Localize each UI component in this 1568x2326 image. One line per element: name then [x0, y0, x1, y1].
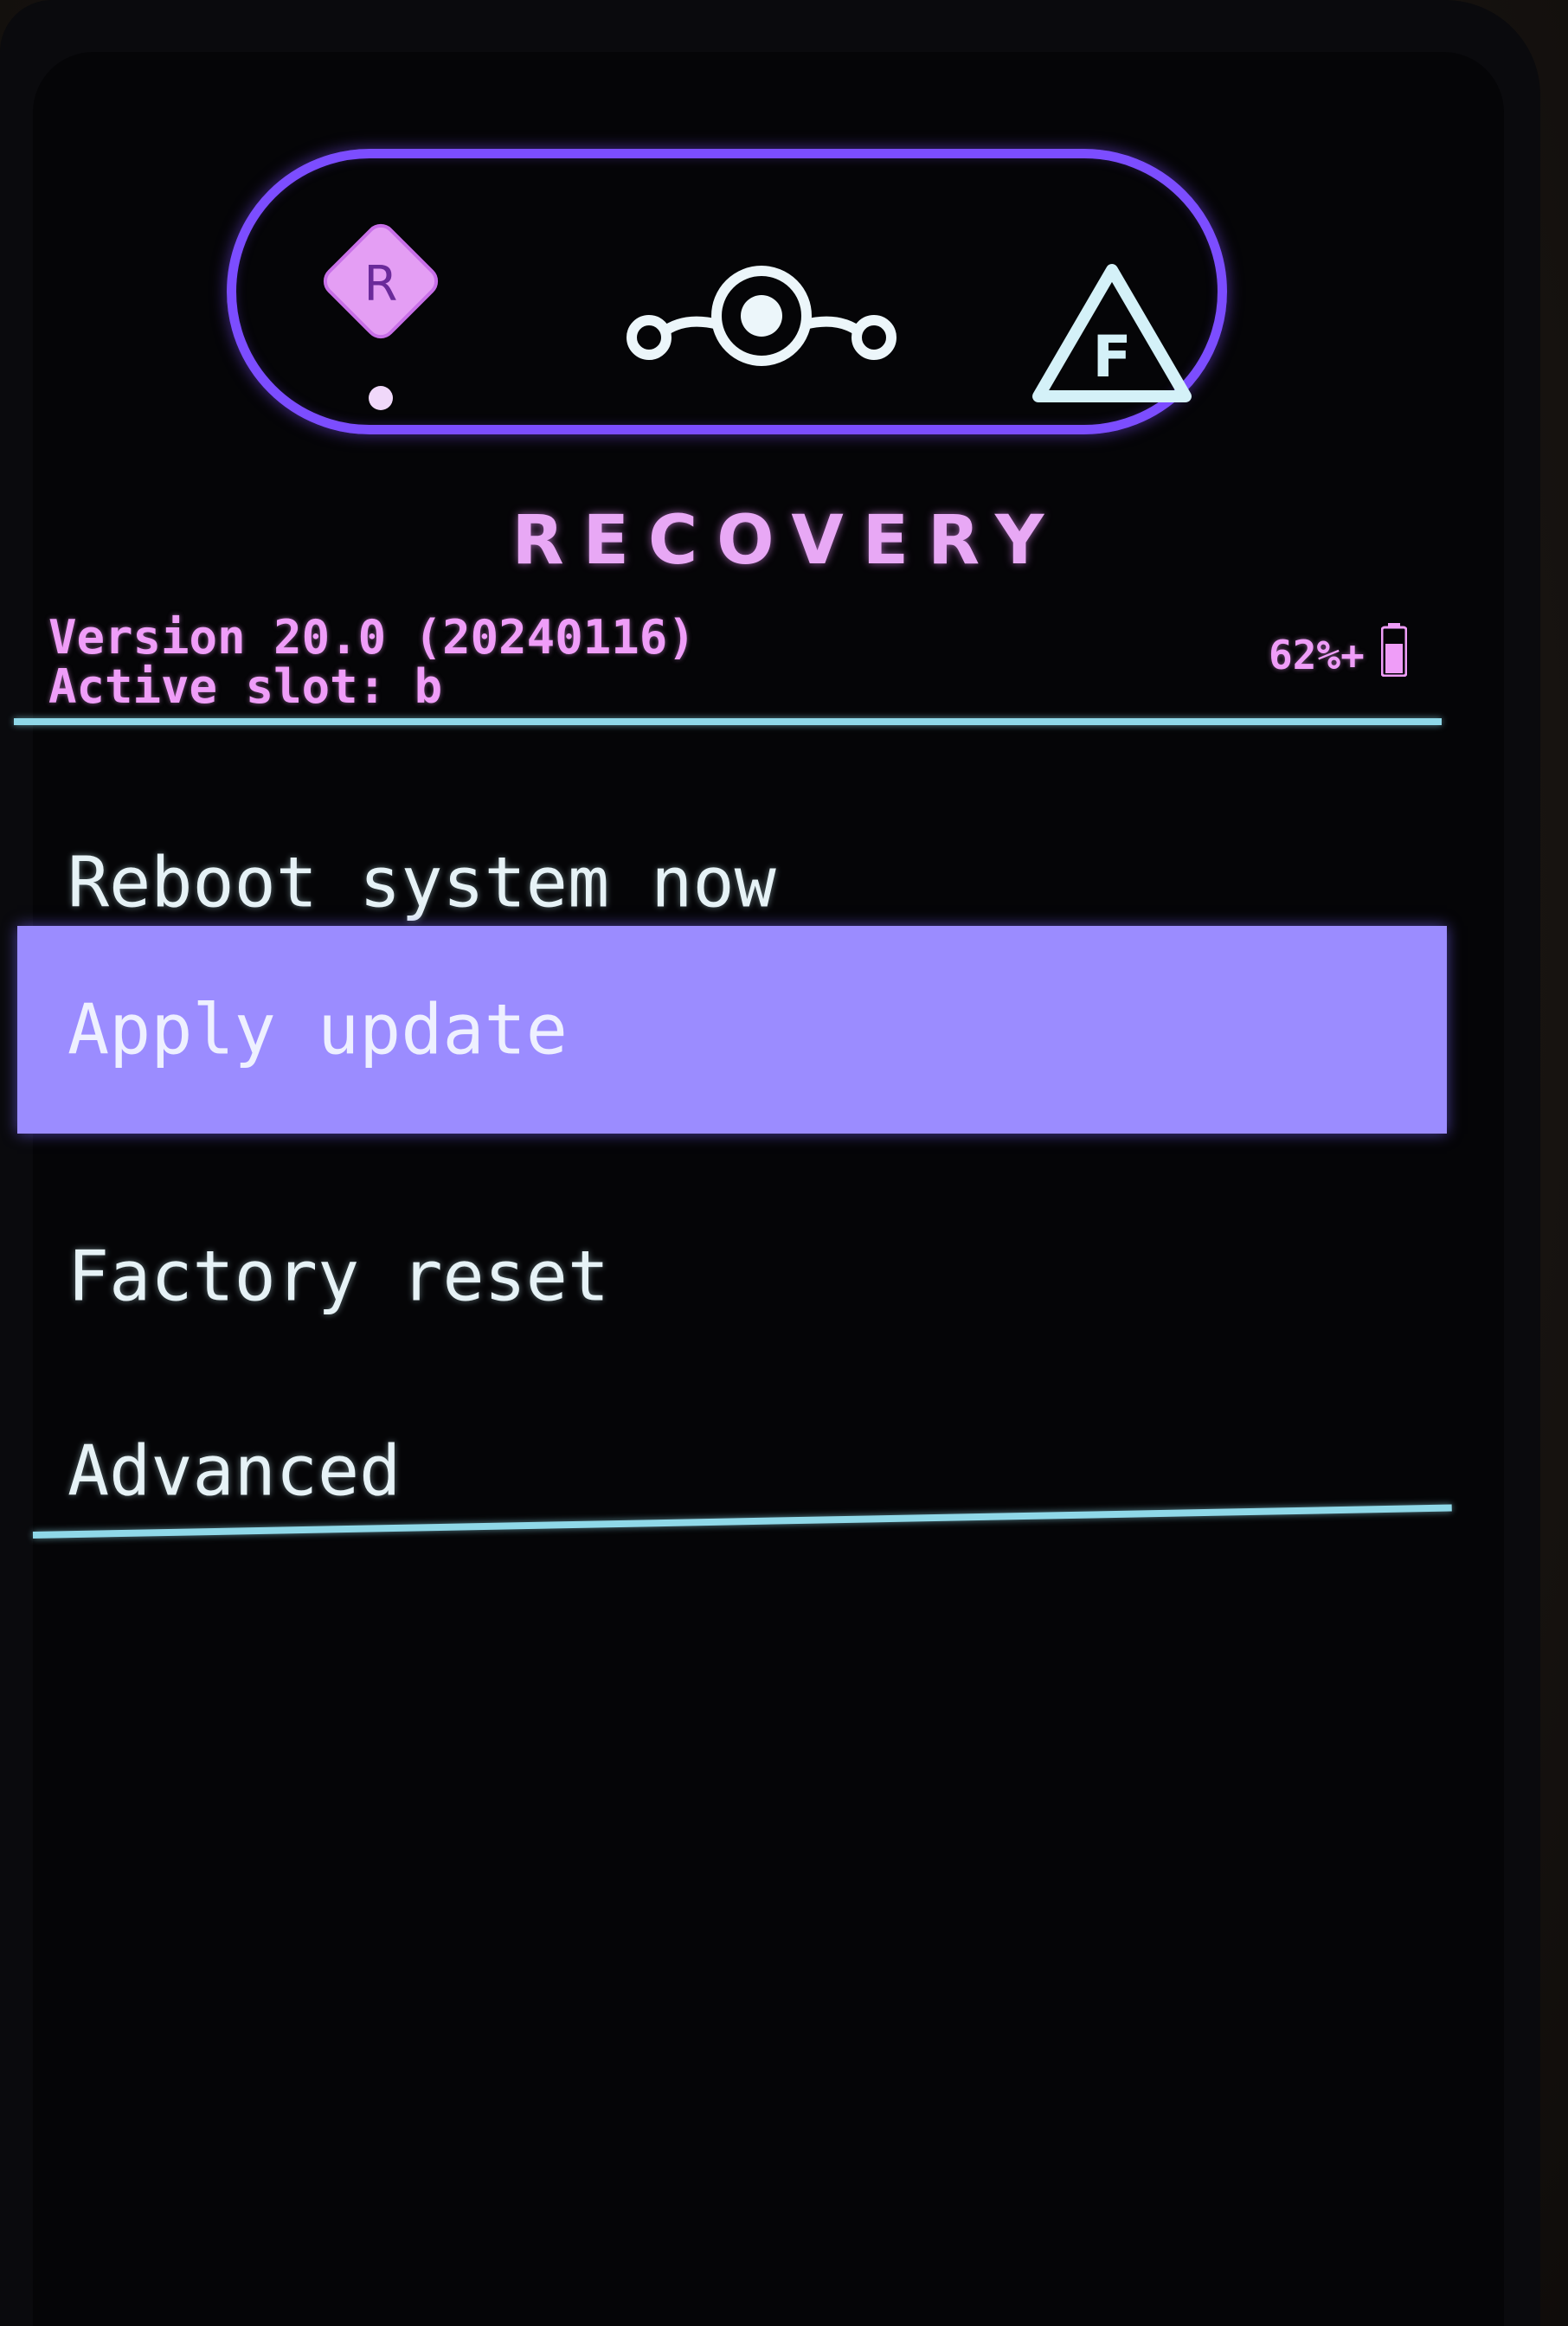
- battery-icon: [1381, 623, 1407, 677]
- menu-item-factory-reset[interactable]: Factory reset: [17, 1177, 1447, 1376]
- recovery-diamond-icon: R: [323, 223, 439, 410]
- menu-item-advanced[interactable]: Advanced: [17, 1372, 1447, 1571]
- fastboot-letter: F: [1092, 324, 1131, 390]
- recovery-letter: R: [364, 256, 398, 312]
- menu-item-label: Apply update: [67, 989, 568, 1070]
- menu-item-label: Reboot system now: [67, 842, 776, 923]
- menu-item-apply-update[interactable]: Apply update: [17, 926, 1447, 1134]
- active-slot-text: Active slot: b: [48, 659, 443, 714]
- page-title: RECOVERY: [511, 502, 1064, 580]
- menu-item-label: Advanced: [67, 1430, 402, 1512]
- lineage-logo-icon: [627, 266, 896, 366]
- battery-percent: 62%+: [1269, 632, 1365, 678]
- menu-item-label: Factory reset: [67, 1236, 610, 1317]
- fastboot-warning-icon: F: [1032, 264, 1192, 402]
- version-text: Version 20.0 (20240116): [48, 610, 696, 665]
- top-divider: [14, 718, 1442, 725]
